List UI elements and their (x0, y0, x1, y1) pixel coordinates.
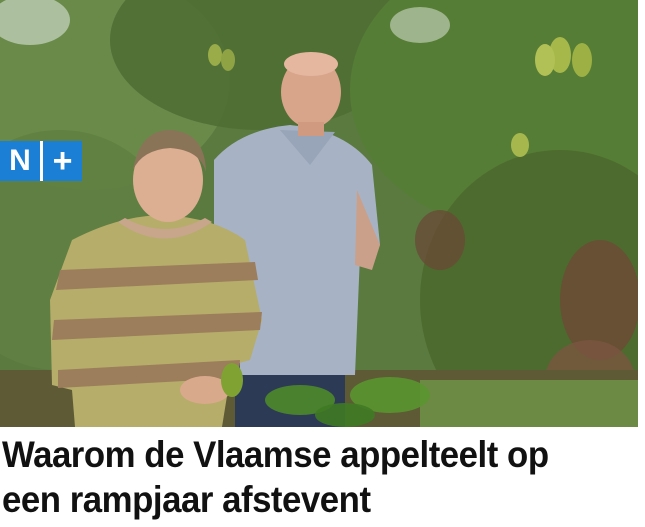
article-photo[interactable]: N + (0, 0, 638, 427)
orchard-photo-illustration (0, 0, 638, 427)
premium-badge: N + (0, 141, 82, 181)
plus-icon: + (52, 142, 73, 180)
article-card[interactable]: N + Waarom de Vlaamse appelteelt op een … (0, 0, 645, 527)
badge-letter: N (9, 144, 31, 177)
article-headline[interactable]: Waarom de Vlaamse appelteelt op een ramp… (2, 432, 604, 522)
